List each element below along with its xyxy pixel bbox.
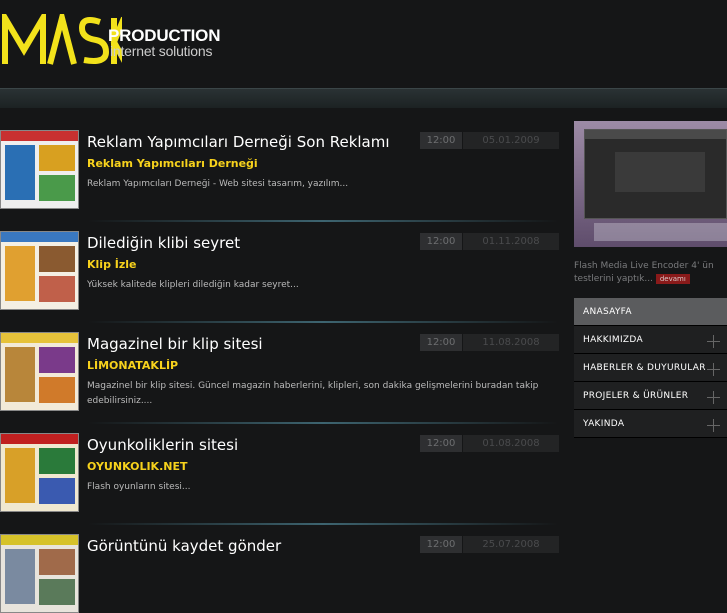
item-title[interactable]: Dilediğin klibi seyret xyxy=(87,234,240,252)
menu-item-label: YAKINDA xyxy=(583,419,625,429)
item-time: 12:00 xyxy=(420,233,462,250)
list-item: Görüntünü kaydet gönder 12:00 25.07.2008 xyxy=(0,512,566,613)
item-date: 01.08.2008 xyxy=(463,435,559,452)
item-time: 12:00 xyxy=(420,132,462,149)
site-header: PRODUCTION internet solutions xyxy=(0,0,727,88)
item-subtitle[interactable]: LİMONATAKLİP xyxy=(87,359,178,372)
item-title[interactable]: Oyunkoliklerin sitesi xyxy=(87,436,238,454)
item-subtitle[interactable]: OYUNKOLIK.NET xyxy=(87,460,187,473)
mask-logo-icon[interactable] xyxy=(2,14,122,66)
corner-icon xyxy=(707,363,720,376)
project-thumbnail[interactable] xyxy=(0,332,79,411)
brand-tagline: internet solutions xyxy=(110,43,213,59)
corner-icon xyxy=(707,391,720,404)
item-date: 05.01.2009 xyxy=(463,132,559,149)
corner-icon xyxy=(707,419,720,432)
corner-icon xyxy=(707,335,720,348)
item-subtitle[interactable]: Klip İzle xyxy=(87,258,137,271)
more-link[interactable]: devamı xyxy=(655,274,690,284)
app-window-image xyxy=(584,129,727,219)
menu-item-hakkimizda[interactable]: HAKKIMIZDA xyxy=(574,326,727,354)
list-item: Magazinel bir klip sitesi LİMONATAKLİP M… xyxy=(0,310,566,424)
side-menu: ANASAYFA HAKKIMIZDA HABERLER & DUYURULAR… xyxy=(574,298,727,438)
menu-item-projeler[interactable]: PROJELER & ÜRÜNLER xyxy=(574,382,727,410)
top-navbar xyxy=(0,88,727,108)
menu-item-label: PROJELER & ÜRÜNLER xyxy=(583,391,689,401)
item-title[interactable]: Magazinel bir klip sitesi xyxy=(87,335,263,353)
item-date: 01.11.2008 xyxy=(463,233,559,250)
sidebar: Flash Media Live Encoder 4' ün testlerin… xyxy=(574,121,727,545)
menu-item-yakinda[interactable]: YAKINDA xyxy=(574,410,727,438)
item-subtitle[interactable]: Reklam Yapımcıları Derneği xyxy=(87,157,258,170)
item-description: Magazinel bir klip sitesi. Güncel magazi… xyxy=(87,381,539,406)
project-thumbnail[interactable] xyxy=(0,534,79,613)
list-item: Dilediğin klibi seyret Klip İzle Yüksek … xyxy=(0,209,566,323)
item-title[interactable]: Görüntünü kaydet gönder xyxy=(87,537,281,555)
menu-item-haberler[interactable]: HABERLER & DUYURULAR xyxy=(574,354,727,382)
item-time: 12:00 xyxy=(420,435,462,452)
list-item: Reklam Yapımcıları Derneği Son Reklamı R… xyxy=(0,108,566,222)
item-title[interactable]: Reklam Yapımcıları Derneği Son Reklamı xyxy=(87,133,390,151)
promo-text-body: Flash Media Live Encoder 4' ün testlerin… xyxy=(574,261,714,284)
item-time: 12:00 xyxy=(420,334,462,351)
item-description: Reklam Yapımcıları Derneği - Web sitesi … xyxy=(87,179,349,189)
item-description: Flash oyunların sitesi... xyxy=(87,482,191,492)
project-thumbnail[interactable] xyxy=(0,433,79,512)
promo-screenshot[interactable] xyxy=(574,121,727,247)
item-date: 11.08.2008 xyxy=(463,334,559,351)
promo-text: Flash Media Live Encoder 4' ün testlerin… xyxy=(574,260,727,286)
menu-item-label: HAKKIMIZDA xyxy=(583,335,643,345)
menu-item-label: HABERLER & DUYURULAR xyxy=(583,363,706,373)
menu-item-anasayfa[interactable]: ANASAYFA xyxy=(574,298,727,326)
list-item: Oyunkoliklerin sitesi OYUNKOLIK.NET Flas… xyxy=(0,411,566,525)
menu-item-label: ANASAYFA xyxy=(583,307,632,317)
project-list: Reklam Yapımcıları Derneği Son Reklamı R… xyxy=(0,108,566,613)
project-thumbnail[interactable] xyxy=(0,231,79,310)
item-description: Yüksek kalitede klipleri dilediğin kadar… xyxy=(87,280,299,290)
project-thumbnail[interactable] xyxy=(0,130,79,209)
dock-image xyxy=(594,223,727,241)
